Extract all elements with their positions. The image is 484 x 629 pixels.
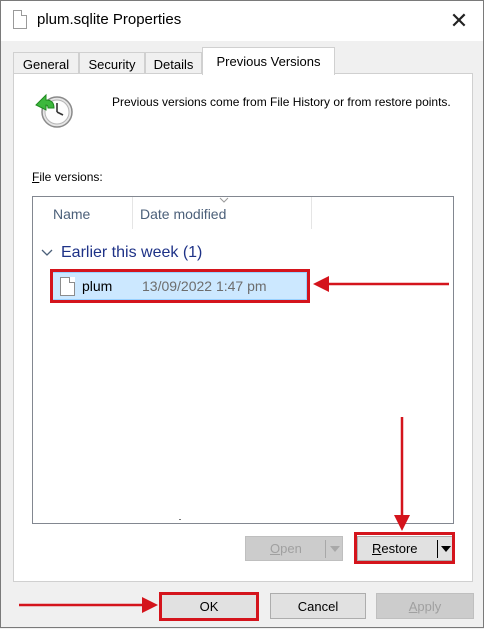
restore-button[interactable]: Restore [357,536,455,561]
apply-button[interactable]: Apply [376,593,474,619]
close-button[interactable]: ✕ [445,7,473,35]
split-separator [437,540,438,558]
open-button[interactable]: Open [245,536,343,561]
row-date: 13/09/2022 1:47 pm [142,278,267,294]
column-separator[interactable] [132,197,133,229]
previous-versions-panel: Previous versions come from File History… [13,73,473,582]
tab-previous-versions[interactable]: Previous Versions [202,47,335,75]
tab-general[interactable]: General [13,52,79,74]
window-title: plum.sqlite Properties [37,11,182,28]
column-header-name[interactable]: Name [53,197,133,229]
clock-restore-icon [35,93,73,128]
file-versions-label: File versions: [32,170,103,184]
file-versions-list[interactable]: Name Date modified Earlier this week (1)… [32,196,454,524]
group-label: Earlier this week (1) [61,244,203,261]
ok-button[interactable]: OK [161,593,257,619]
list-marker [179,519,181,520]
close-icon: ✕ [449,8,469,33]
info-text: Previous versions come from File History… [112,95,451,109]
open-button-label: Open [270,541,302,556]
apply-button-label: Apply [408,598,442,614]
tab-strip: General Security Details Previous Versio… [13,47,473,75]
group-header-earlier-this-week[interactable]: Earlier this week (1) [41,244,202,262]
properties-dialog: plum.sqlite Properties ✕ General Securit… [0,0,484,628]
cancel-button[interactable]: Cancel [270,593,366,619]
restore-button-label: Restore [372,541,418,556]
arrow-head-icon [142,597,158,613]
dropdown-arrow-icon[interactable] [441,546,451,552]
chevron-down-icon [41,249,53,256]
file-icon [60,277,75,296]
column-header-date-modified[interactable]: Date modified [140,197,310,229]
dropdown-arrow-icon[interactable] [330,546,340,552]
title-bar[interactable]: plum.sqlite Properties ✕ [1,1,483,41]
tab-security[interactable]: Security [79,52,145,74]
list-item[interactable]: plum 13/09/2022 1:47 pm [51,272,307,300]
split-separator [325,540,326,558]
column-separator[interactable] [311,197,312,229]
row-name: plum [82,278,113,294]
file-icon [13,10,27,29]
tab-details[interactable]: Details [145,52,202,74]
